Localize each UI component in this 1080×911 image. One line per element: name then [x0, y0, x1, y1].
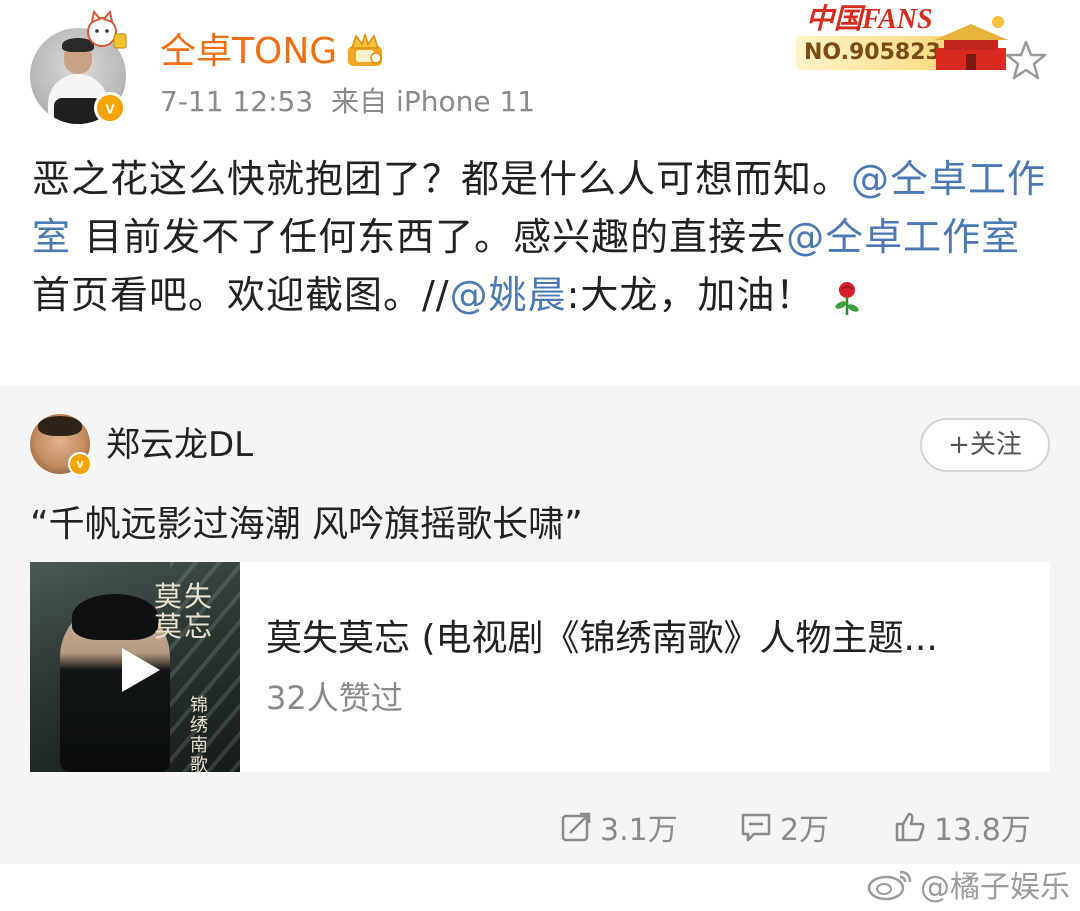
- repost-author-name[interactable]: 郑云龙DL: [106, 422, 253, 468]
- repost-avatar-hair: [38, 416, 82, 436]
- comment-icon: [741, 813, 771, 842]
- post-time: 7-11 12:53: [160, 85, 314, 118]
- play-icon[interactable]: [118, 646, 162, 694]
- cover-title: 莫失莫忘: [154, 580, 215, 643]
- watermark: @橘子娱乐: [866, 862, 1070, 906]
- like-count: 13.8万: [934, 813, 1031, 848]
- like-button[interactable]: 13.8万: [894, 800, 1031, 854]
- weibo-logo-icon: [867, 870, 912, 901]
- author-name[interactable]: 仝卓TONG: [160, 28, 337, 76]
- post-text-part: 目前发不了任何东西了。感兴趣的直接去: [71, 215, 787, 259]
- verified-icon: v: [68, 452, 92, 476]
- comment-count: 2万: [780, 813, 830, 848]
- post-header: v 仝卓TONG 7-11 12:53 来自 iPhone 11 中国FANS N…: [0, 0, 1080, 130]
- fans-badge-label: 中国FANS: [806, 4, 933, 35]
- star-icon[interactable]: [1004, 38, 1048, 82]
- svg-text:v: v: [77, 457, 84, 471]
- cover-hair: [72, 594, 158, 640]
- album-cover[interactable]: 莫失莫忘 锦绣南歌: [30, 562, 240, 772]
- music-title[interactable]: 莫失莫忘 (电视剧《锦绣南歌》人物主题...: [266, 614, 1036, 664]
- repost-button[interactable]: 3.1万: [560, 800, 678, 854]
- post-meta: 7-11 12:53 来自 iPhone 11: [160, 84, 553, 120]
- comment-button[interactable]: 2万: [740, 800, 829, 854]
- music-card[interactable]: 莫失莫忘 锦绣南歌 莫失莫忘 (电视剧《锦绣南歌》人物主题... 32人赞过: [30, 562, 1050, 772]
- cover-subtitle: 锦绣南歌: [190, 695, 208, 773]
- post-text-part: :大龙，加油！: [566, 273, 815, 317]
- verified-icon: v: [94, 92, 126, 124]
- post-text: 恶之花这么快就抱团了？都是什么人可想而知。 @仝卓工作室 目前发不了任何东西了。感…: [32, 150, 1048, 324]
- action-bar: 3.1万 2万 13.8万: [0, 800, 1080, 854]
- repost-quote: “千帆远影过海潮 风吟旗摇歌长啸”: [30, 504, 583, 545]
- crown-icon: [348, 34, 382, 66]
- post-text-part: 首页看吧。欢迎截图。//: [32, 273, 450, 317]
- music-likes: 32人赞过: [266, 679, 403, 717]
- rose-icon: [835, 281, 860, 315]
- watermark-text: @橘子娱乐: [920, 870, 1070, 905]
- tiananmen-icon: [934, 16, 1008, 70]
- like-icon: [895, 812, 925, 842]
- svg-text:v: v: [105, 100, 114, 118]
- mention-link[interactable]: @仝卓工作室: [786, 215, 1020, 259]
- repost-count: 3.1万: [600, 813, 678, 848]
- post-text-part: 恶之花这么快就抱团了？都是什么人可想而知。: [32, 157, 852, 201]
- mention-link[interactable]: @姚晨: [450, 273, 567, 317]
- repost-icon: [561, 812, 591, 842]
- post-source: 来自 iPhone 11: [331, 85, 536, 118]
- cat-pendant-icon: [87, 9, 127, 49]
- fans-badge[interactable]: 中国FANS NO.9058234: [770, 0, 1020, 78]
- follow-button[interactable]: +关注: [920, 418, 1050, 472]
